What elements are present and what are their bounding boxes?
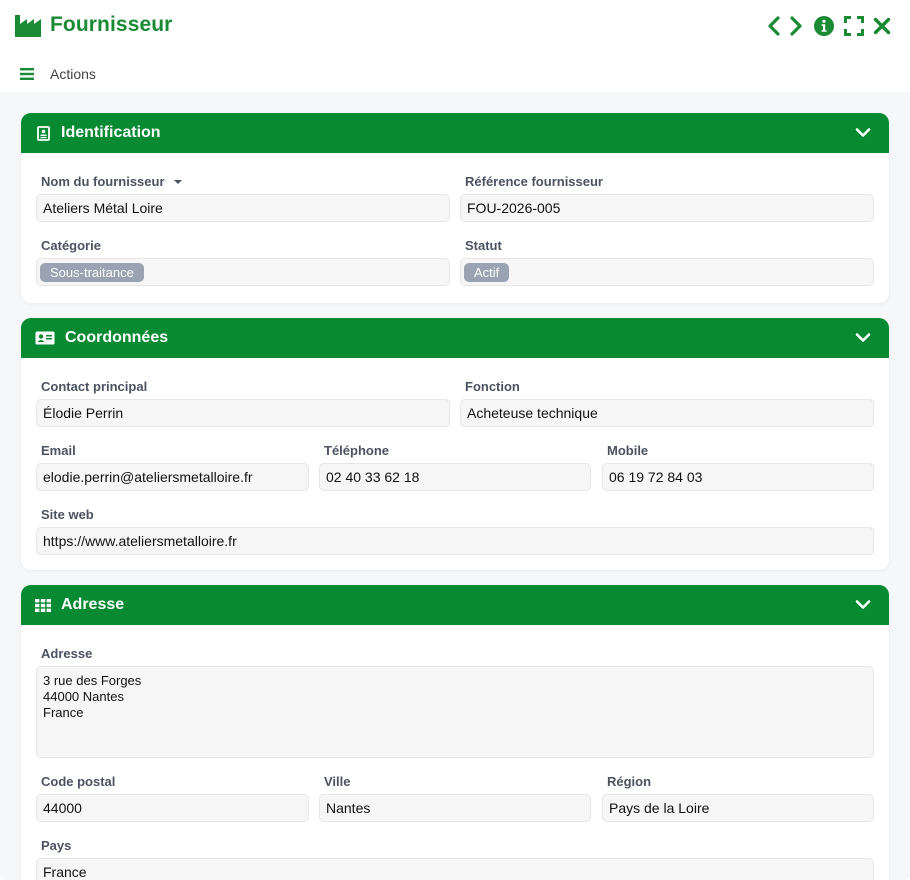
info-button[interactable] xyxy=(812,14,836,38)
id-badge-icon xyxy=(35,125,51,141)
city-field[interactable]: Nantes xyxy=(319,794,591,822)
website-label: Site web xyxy=(41,507,94,522)
postal-code-label: Code postal xyxy=(41,774,116,789)
actions-menu[interactable]: Actions xyxy=(20,64,96,84)
category-badge: Sous-traitance xyxy=(40,262,144,282)
supplier-ref-field[interactable]: FOU-2026-005 xyxy=(460,194,874,222)
contact-title: Coordonnées xyxy=(65,329,169,346)
title-bar: Fournisseur Actions xyxy=(0,0,910,92)
contact-header[interactable]: Coordonnées xyxy=(21,318,889,358)
job-title-label: Fonction xyxy=(465,379,520,394)
previous-record-button[interactable] xyxy=(762,14,786,38)
identification-title: Identification xyxy=(61,124,161,141)
main-contact-label: Contact principal xyxy=(41,379,148,394)
address-title: Adresse xyxy=(61,596,125,613)
window-title: Fournisseur xyxy=(50,13,173,36)
address-label: Adresse xyxy=(41,646,93,661)
factory-icon xyxy=(15,15,41,37)
job-title-field[interactable]: Acheteuse technique xyxy=(460,399,874,427)
postal-code-field[interactable]: 44000 xyxy=(36,794,309,822)
phone-label: Téléphone xyxy=(324,443,390,458)
actions-label[interactable]: Actions xyxy=(50,66,96,82)
close-button[interactable] xyxy=(870,14,894,38)
expand-icon xyxy=(844,16,864,36)
next-record-button[interactable] xyxy=(784,14,808,38)
close-icon xyxy=(873,17,891,35)
city-label: Ville xyxy=(324,774,351,789)
chevron-down-icon[interactable] xyxy=(855,330,871,346)
supplier-window: Fournisseur Actions Identification Nom d… xyxy=(0,0,910,880)
address-textarea[interactable]: 3 rue des Forges 44000 Nantes France xyxy=(36,666,874,758)
contact-section: Coordonnées Contact principal Élodie Per… xyxy=(21,318,889,570)
contact-card-icon xyxy=(35,330,55,346)
identification-section: Identification Nom du fournisseur Atelie… xyxy=(21,113,889,303)
supplier-name-field[interactable]: Ateliers Métal Loire xyxy=(36,194,450,222)
chevron-right-icon xyxy=(790,16,802,36)
chevron-left-icon xyxy=(768,16,780,36)
grid-icon xyxy=(35,597,51,613)
status-field[interactable]: Actif xyxy=(460,258,874,286)
main-contact-field[interactable]: Élodie Perrin xyxy=(36,399,450,427)
mobile-field[interactable]: 06 19 72 84 03 xyxy=(602,463,874,491)
chevron-down-icon[interactable] xyxy=(855,597,871,613)
region-label: Région xyxy=(607,774,652,789)
phone-field[interactable]: 02 40 33 62 18 xyxy=(319,463,591,491)
chevron-down-icon[interactable] xyxy=(855,125,871,141)
country-label: Pays xyxy=(41,838,72,853)
status-label: Statut xyxy=(465,238,502,253)
identification-header[interactable]: Identification xyxy=(21,113,889,153)
country-field[interactable]: France xyxy=(36,858,874,880)
address-header[interactable]: Adresse xyxy=(21,585,889,625)
hamburger-icon[interactable] xyxy=(20,68,34,80)
supplier-ref-label: Référence fournisseur xyxy=(465,174,603,189)
category-field[interactable]: Sous-traitance xyxy=(36,258,450,286)
email-label: Email xyxy=(41,443,76,458)
email-field[interactable]: elodie.perrin@ateliersmetalloire.fr xyxy=(36,463,309,491)
category-label: Catégorie xyxy=(41,238,101,253)
info-icon xyxy=(814,16,834,36)
expand-button[interactable] xyxy=(842,14,866,38)
caret-down-icon[interactable] xyxy=(173,178,183,186)
mobile-label: Mobile xyxy=(607,443,649,458)
supplier-name-label-text: Nom du fournisseur xyxy=(41,174,165,189)
website-field[interactable]: https://www.ateliersmetalloire.fr xyxy=(36,527,874,555)
address-section: Adresse Adresse 3 rue des Forges 44000 N… xyxy=(21,585,889,880)
status-badge: Actif xyxy=(464,262,510,282)
supplier-name-label: Nom du fournisseur xyxy=(41,174,183,189)
region-field[interactable]: Pays de la Loire xyxy=(602,794,874,822)
